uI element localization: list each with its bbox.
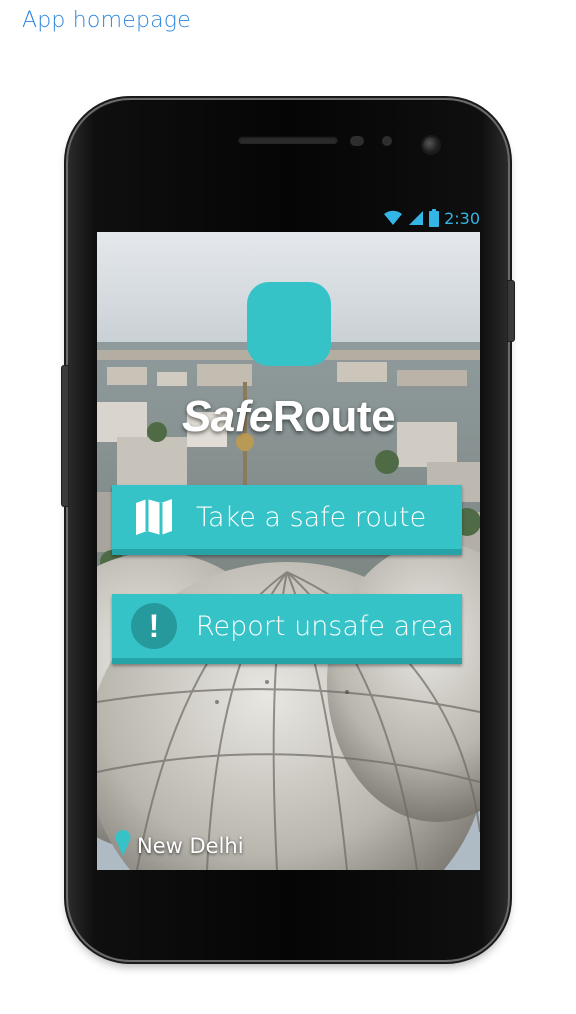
wifi-icon xyxy=(383,210,403,226)
app-logo xyxy=(247,282,331,366)
app-screen: SafeRoute Take a safe route ! Report uns… xyxy=(97,232,480,870)
take-safe-route-button[interactable]: Take a safe route xyxy=(112,485,462,555)
map-icon xyxy=(112,497,196,537)
app-title-rest: Route xyxy=(272,392,396,441)
proximity-sensor xyxy=(350,136,364,146)
exclamation-icon: ! xyxy=(131,603,177,649)
report-unsafe-area-label: Report unsafe area xyxy=(196,610,454,642)
earpiece-speaker xyxy=(238,136,338,144)
app-title: SafeRoute xyxy=(97,392,480,442)
current-location[interactable]: New Delhi xyxy=(115,830,244,861)
front-camera xyxy=(423,137,439,153)
signal-icon xyxy=(408,210,424,226)
power-button xyxy=(507,280,515,342)
app-title-italic: Safe xyxy=(181,392,273,441)
status-time: 2:30 xyxy=(444,208,480,228)
status-bar: 2:30 xyxy=(96,204,480,232)
take-safe-route-label: Take a safe route xyxy=(196,501,427,533)
phone-frame: 2:30 SafeRoute Take a safe route ! Repor… xyxy=(61,100,515,960)
location-pin-icon xyxy=(115,830,131,861)
location-name: New Delhi xyxy=(137,833,244,858)
report-unsafe-area-button[interactable]: ! Report unsafe area xyxy=(112,594,462,664)
battery-icon xyxy=(429,209,440,227)
volume-button xyxy=(61,365,69,507)
light-sensor xyxy=(382,136,392,146)
page-caption: App homepage xyxy=(22,8,191,33)
